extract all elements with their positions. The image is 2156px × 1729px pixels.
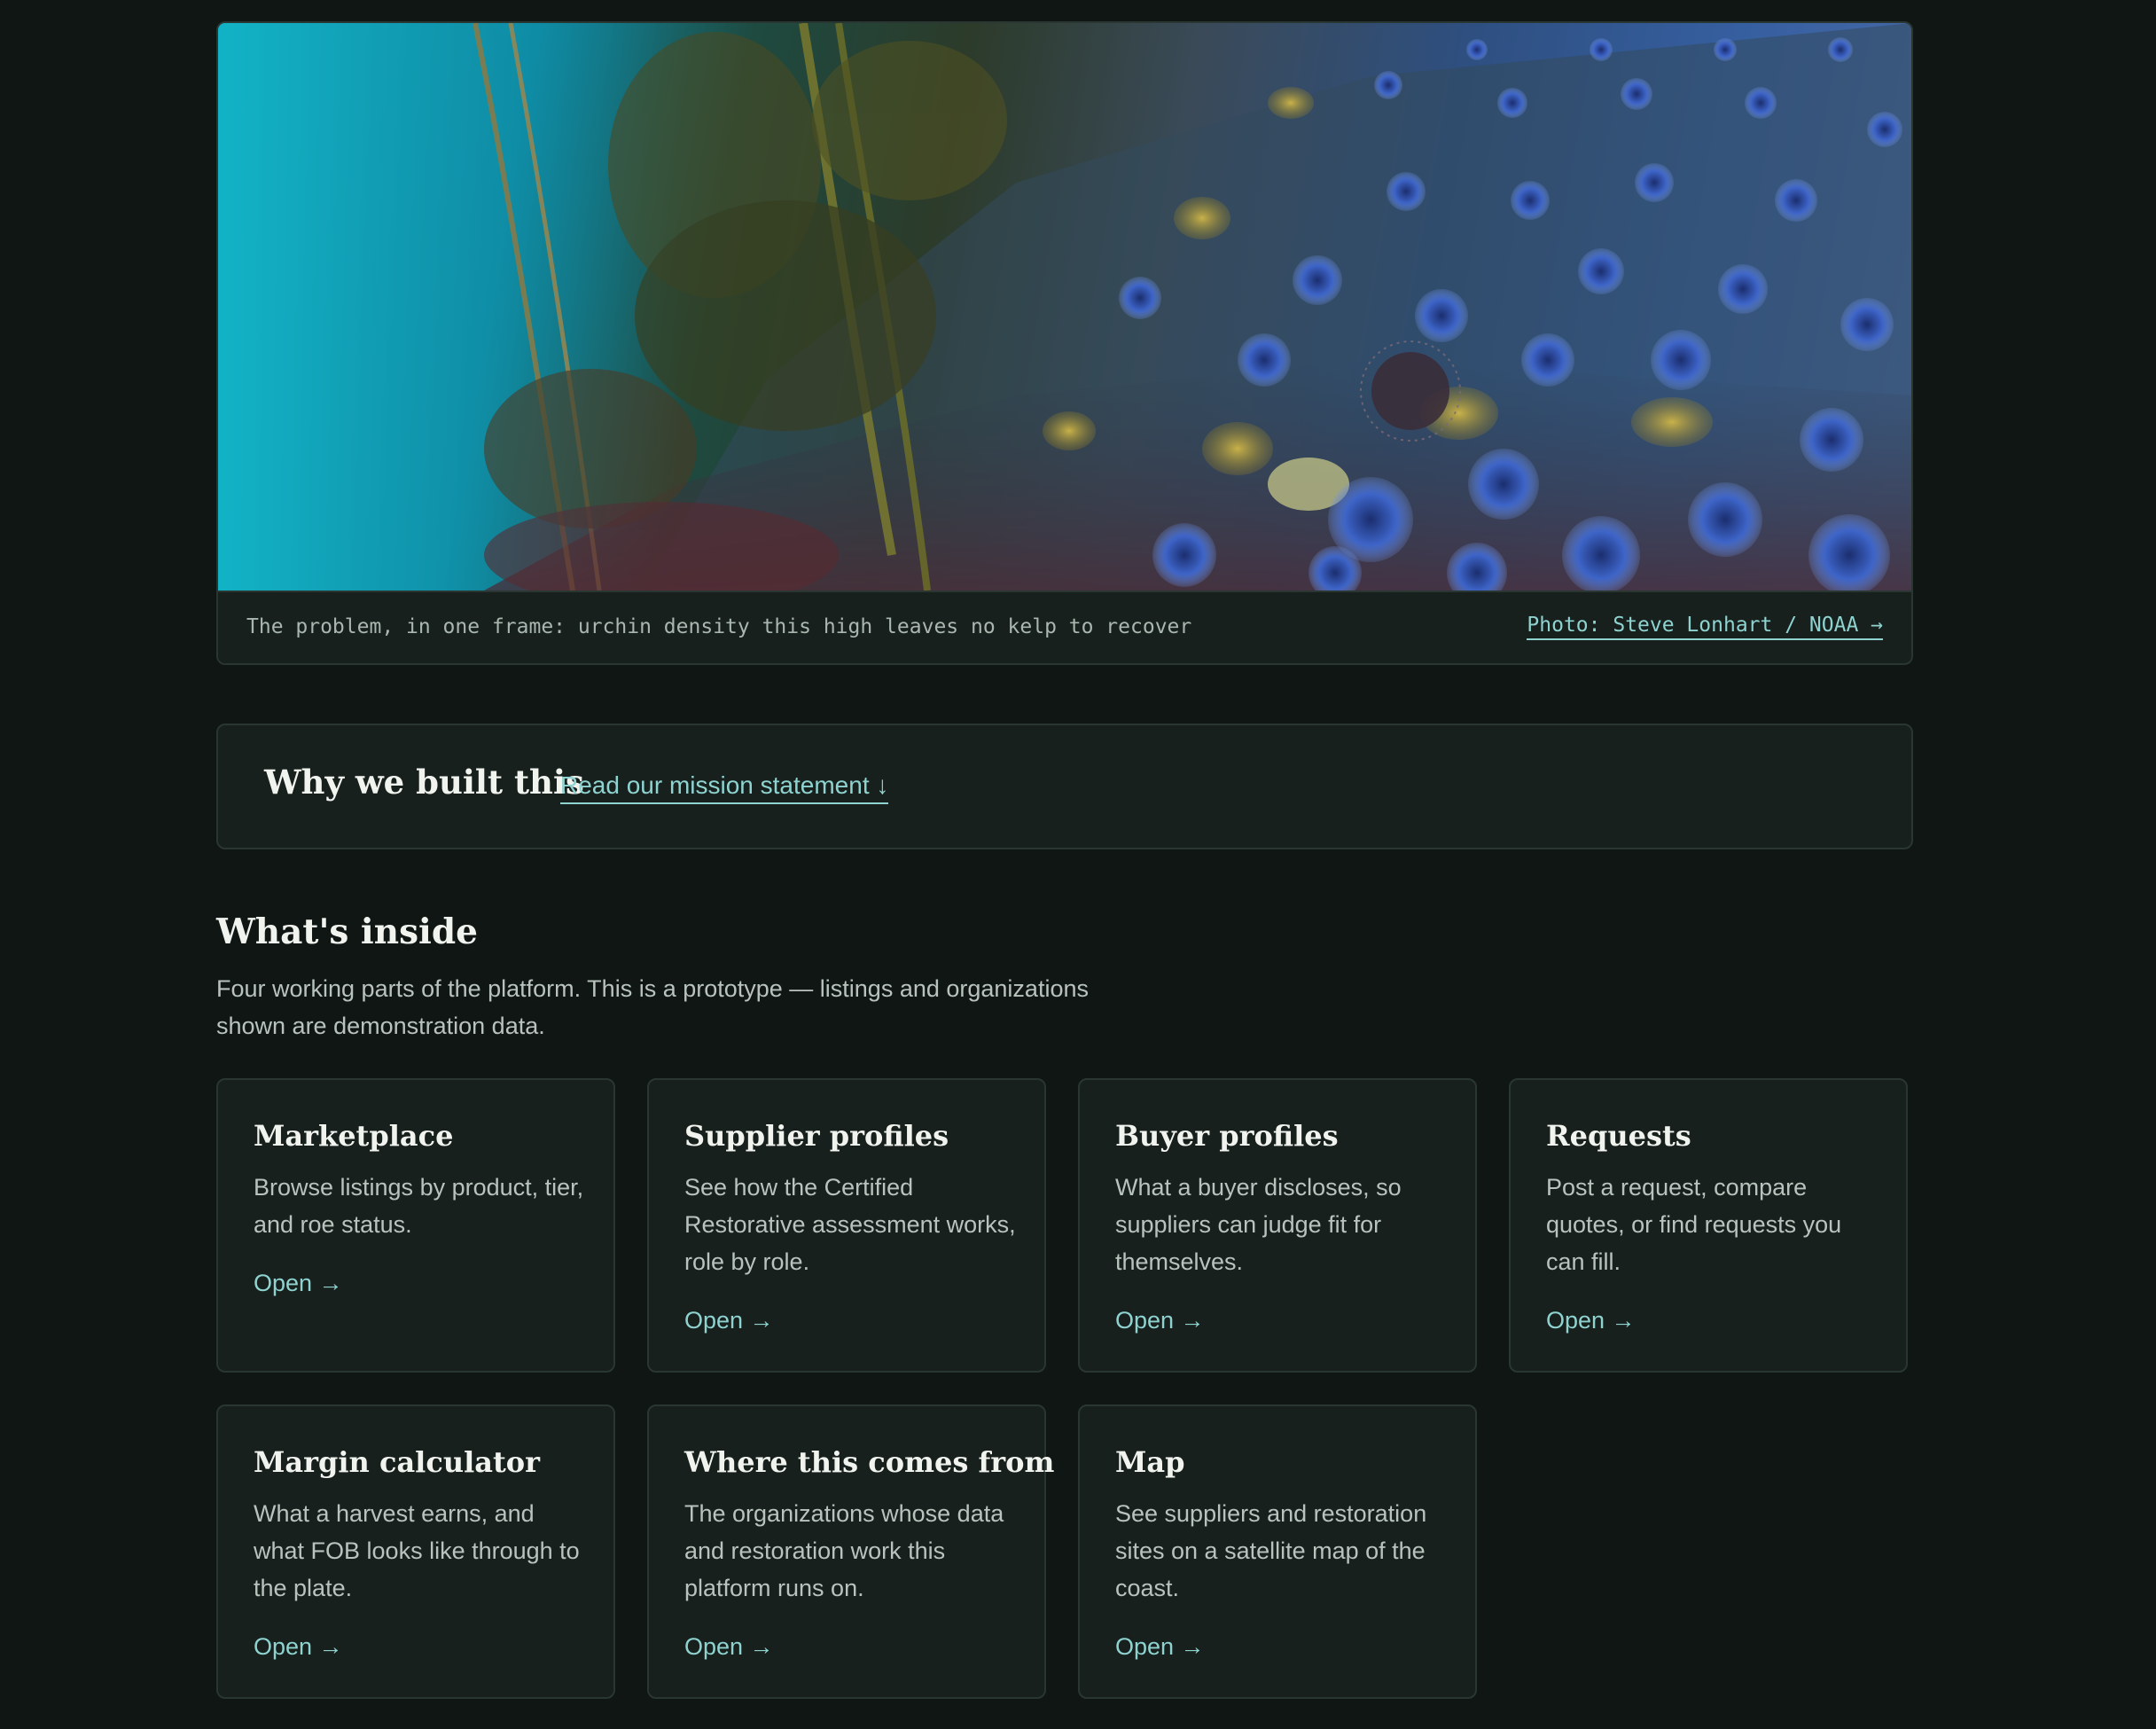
hero-figure: The problem, in one frame: urchin densit…	[216, 21, 1913, 665]
hero-caption: The problem, in one frame: urchin densit…	[246, 615, 1192, 638]
card-description: See how the Certified Restorative assess…	[684, 1174, 1016, 1275]
open-buyer-profiles-link[interactable]: Open →	[1115, 1307, 1205, 1334]
card-marketplace: Marketplace Browse listings by product, …	[216, 1078, 615, 1373]
card-where-this-comes-from: Where this comes from The organizations …	[647, 1404, 1054, 1699]
card-title: Supplier profiles	[684, 1119, 949, 1153]
hero-caption-bar: The problem, in one frame: urchin densit…	[218, 591, 1911, 663]
open-supplier-profiles-link[interactable]: Open →	[684, 1307, 774, 1334]
card-description: What a harvest earns, and what FOB looks…	[254, 1500, 580, 1601]
card-description: The organizations whose data and restora…	[684, 1500, 1004, 1601]
card-margin-calculator: Margin calculator What a harvest earns, …	[216, 1404, 615, 1699]
card-description: What a buyer discloses, so suppliers can…	[1115, 1174, 1402, 1275]
why-title: Why we built this	[264, 763, 584, 802]
card-title: Marketplace	[254, 1119, 454, 1153]
open-marketplace-link[interactable]: Open →	[254, 1270, 343, 1297]
card-supplier-profiles: Supplier profiles See how the Certified …	[647, 1078, 1046, 1373]
section-title: What's inside	[216, 911, 478, 952]
card-title: Requests	[1546, 1119, 1691, 1153]
photo-credit-link[interactable]: Photo: Steve Lonhart / NOAA →	[1527, 614, 1883, 640]
card-requests: Requests Post a request, compare quotes,…	[1509, 1078, 1908, 1373]
card-map: Map See suppliers and restoration sites …	[1078, 1404, 1477, 1699]
mission-statement-link[interactable]: Read our mission statement ↓	[560, 771, 889, 804]
card-description: See suppliers and restoration sites on a…	[1115, 1500, 1427, 1601]
card-title: Where this comes from	[684, 1445, 1055, 1479]
card-description: Post a request, compare quotes, or find …	[1546, 1174, 1842, 1275]
open-map-link[interactable]: Open →	[1115, 1633, 1205, 1661]
card-buyer-profiles: Buyer profiles What a buyer discloses, s…	[1078, 1078, 1477, 1373]
open-margin-calculator-link[interactable]: Open →	[254, 1633, 343, 1661]
card-title: Buyer profiles	[1115, 1119, 1339, 1153]
open-requests-link[interactable]: Open →	[1546, 1307, 1636, 1334]
card-title: Map	[1115, 1445, 1185, 1479]
open-where-this-comes-from-link[interactable]: Open →	[684, 1633, 774, 1661]
urchin-reef-illustration	[218, 23, 1911, 591]
hero-photo	[218, 23, 1911, 591]
section-intro: Four working parts of the platform. This…	[216, 975, 1089, 1039]
card-description: Browse listings by product, tier, and ro…	[254, 1174, 584, 1238]
card-title: Margin calculator	[254, 1445, 540, 1479]
why-panel: Why we built this Read our mission state…	[216, 724, 1913, 849]
